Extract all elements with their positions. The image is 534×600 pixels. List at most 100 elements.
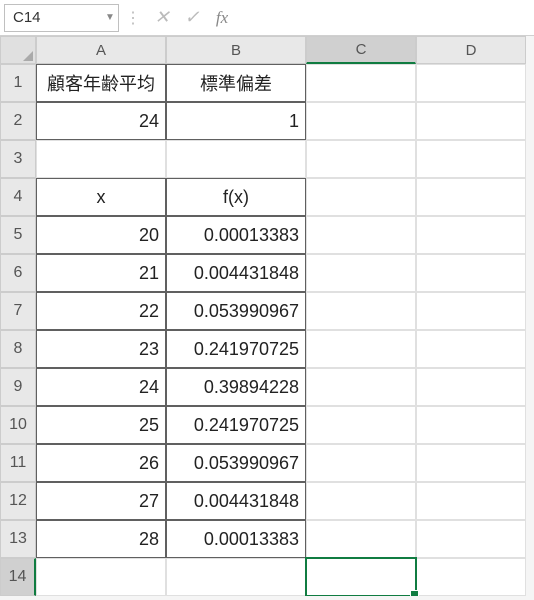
cell-D2[interactable] bbox=[416, 102, 526, 140]
row: 12270.004431848 bbox=[0, 482, 534, 520]
cell-A9[interactable]: 24 bbox=[36, 368, 166, 406]
row: 5200.00013383 bbox=[0, 216, 534, 254]
row: 4xf(x) bbox=[0, 178, 534, 216]
cell-A1[interactable]: 顧客年齢平均 bbox=[36, 64, 166, 102]
cell-B5[interactable]: 0.00013383 bbox=[166, 216, 306, 254]
cell-C6[interactable] bbox=[306, 254, 416, 292]
cell-A14[interactable] bbox=[36, 558, 166, 596]
row-header[interactable]: 8 bbox=[0, 330, 36, 368]
cell-A10[interactable]: 25 bbox=[36, 406, 166, 444]
cell-D8[interactable] bbox=[416, 330, 526, 368]
cell-A7[interactable]: 22 bbox=[36, 292, 166, 330]
cell-B3[interactable] bbox=[166, 140, 306, 178]
spreadsheet-grid: A B C D 1顧客年齢平均標準偏差224134xf(x)5200.00013… bbox=[0, 36, 534, 596]
row-header[interactable]: 2 bbox=[0, 102, 36, 140]
cell-D6[interactable] bbox=[416, 254, 526, 292]
cell-B10[interactable]: 0.241970725 bbox=[166, 406, 306, 444]
cell-B1[interactable]: 標準偏差 bbox=[166, 64, 306, 102]
cell-C11[interactable] bbox=[306, 444, 416, 482]
row-header[interactable]: 7 bbox=[0, 292, 36, 330]
cell-D11[interactable] bbox=[416, 444, 526, 482]
row: 2241 bbox=[0, 102, 534, 140]
cancel-icon[interactable]: ✕ bbox=[147, 4, 177, 32]
cell-D10[interactable] bbox=[416, 406, 526, 444]
cell-B7[interactable]: 0.053990967 bbox=[166, 292, 306, 330]
cell-C12[interactable] bbox=[306, 482, 416, 520]
enter-icon[interactable]: ✓ bbox=[177, 4, 207, 32]
cell-B6[interactable]: 0.004431848 bbox=[166, 254, 306, 292]
cell-B12[interactable]: 0.004431848 bbox=[166, 482, 306, 520]
cell-D13[interactable] bbox=[416, 520, 526, 558]
row: 7220.053990967 bbox=[0, 292, 534, 330]
select-all-corner[interactable] bbox=[0, 36, 36, 64]
cell-C9[interactable] bbox=[306, 368, 416, 406]
cell-B11[interactable]: 0.053990967 bbox=[166, 444, 306, 482]
name-box[interactable]: C14 ▼ bbox=[4, 4, 119, 32]
row-header[interactable]: 14 bbox=[0, 558, 36, 596]
row: 13280.00013383 bbox=[0, 520, 534, 558]
row-header[interactable]: 12 bbox=[0, 482, 36, 520]
separator-icon: ⋮ bbox=[119, 0, 147, 35]
formula-input[interactable] bbox=[237, 4, 534, 32]
cell-A12[interactable]: 27 bbox=[36, 482, 166, 520]
cell-C5[interactable] bbox=[306, 216, 416, 254]
cell-D7[interactable] bbox=[416, 292, 526, 330]
cell-D5[interactable] bbox=[416, 216, 526, 254]
row: 10250.241970725 bbox=[0, 406, 534, 444]
row-header[interactable]: 3 bbox=[0, 140, 36, 178]
rows-container: 1顧客年齢平均標準偏差224134xf(x)5200.000133836210.… bbox=[0, 64, 534, 596]
row-header[interactable]: 1 bbox=[0, 64, 36, 102]
cell-C10[interactable] bbox=[306, 406, 416, 444]
cell-B9[interactable]: 0.39894228 bbox=[166, 368, 306, 406]
cell-D4[interactable] bbox=[416, 178, 526, 216]
row: 9240.39894228 bbox=[0, 368, 534, 406]
col-header-D[interactable]: D bbox=[416, 36, 526, 64]
chevron-down-icon[interactable]: ▼ bbox=[102, 12, 118, 23]
row-header[interactable]: 10 bbox=[0, 406, 36, 444]
cell-B2[interactable]: 1 bbox=[166, 102, 306, 140]
col-header-B[interactable]: B bbox=[166, 36, 306, 64]
formula-bar: C14 ▼ ⋮ ✕ ✓ fx bbox=[0, 0, 534, 36]
cell-B13[interactable]: 0.00013383 bbox=[166, 520, 306, 558]
cell-A13[interactable]: 28 bbox=[36, 520, 166, 558]
row-header[interactable]: 4 bbox=[0, 178, 36, 216]
row-header[interactable]: 5 bbox=[0, 216, 36, 254]
cell-C7[interactable] bbox=[306, 292, 416, 330]
cell-B14[interactable] bbox=[166, 558, 306, 596]
row: 3 bbox=[0, 140, 534, 178]
col-header-C[interactable]: C bbox=[306, 36, 416, 64]
cell-A4[interactable]: x bbox=[36, 178, 166, 216]
fx-icon[interactable]: fx bbox=[207, 4, 237, 32]
cell-C4[interactable] bbox=[306, 178, 416, 216]
row-header[interactable]: 9 bbox=[0, 368, 36, 406]
cell-B4[interactable]: f(x) bbox=[166, 178, 306, 216]
row: 8230.241970725 bbox=[0, 330, 534, 368]
cell-D12[interactable] bbox=[416, 482, 526, 520]
cell-C13[interactable] bbox=[306, 520, 416, 558]
cell-A2[interactable]: 24 bbox=[36, 102, 166, 140]
cell-B8[interactable]: 0.241970725 bbox=[166, 330, 306, 368]
cell-A8[interactable]: 23 bbox=[36, 330, 166, 368]
row: 6210.004431848 bbox=[0, 254, 534, 292]
name-box-value: C14 bbox=[5, 9, 102, 26]
cell-A11[interactable]: 26 bbox=[36, 444, 166, 482]
row-header[interactable]: 11 bbox=[0, 444, 36, 482]
row-header[interactable]: 6 bbox=[0, 254, 36, 292]
row: 14 bbox=[0, 558, 534, 596]
cell-C3[interactable] bbox=[306, 140, 416, 178]
cell-D3[interactable] bbox=[416, 140, 526, 178]
cell-D14[interactable] bbox=[416, 558, 526, 596]
col-header-A[interactable]: A bbox=[36, 36, 166, 64]
column-headers: A B C D bbox=[0, 36, 534, 64]
row-header[interactable]: 13 bbox=[0, 520, 36, 558]
cell-A5[interactable]: 20 bbox=[36, 216, 166, 254]
cell-C2[interactable] bbox=[306, 102, 416, 140]
cell-A6[interactable]: 21 bbox=[36, 254, 166, 292]
cell-A3[interactable] bbox=[36, 140, 166, 178]
cell-D1[interactable] bbox=[416, 64, 526, 102]
row: 1顧客年齢平均標準偏差 bbox=[0, 64, 534, 102]
cell-C1[interactable] bbox=[306, 64, 416, 102]
cell-C14[interactable] bbox=[306, 558, 416, 596]
cell-D9[interactable] bbox=[416, 368, 526, 406]
cell-C8[interactable] bbox=[306, 330, 416, 368]
